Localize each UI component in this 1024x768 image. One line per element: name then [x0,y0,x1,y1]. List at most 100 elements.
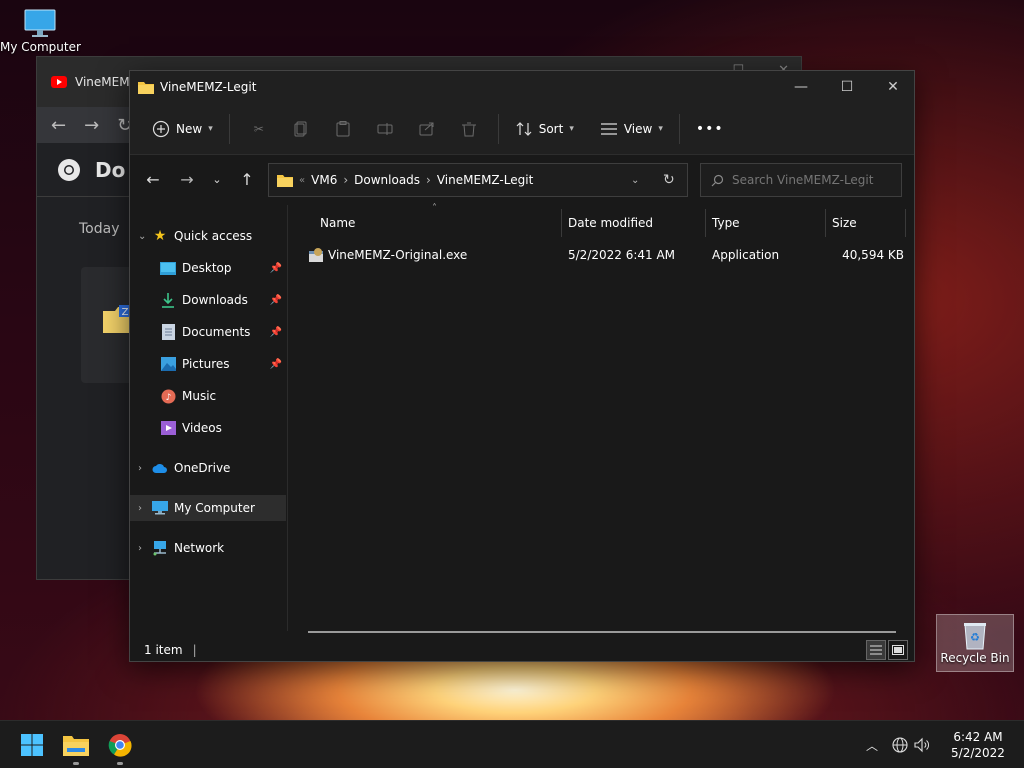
chevron-down-icon: ▾ [658,123,663,134]
chevron-right-icon[interactable]: › [138,463,152,474]
close-button[interactable]: ✕ [870,71,916,103]
nav-music[interactable]: ♪ Music [130,383,286,409]
pin-icon: 📌 [269,358,282,370]
nav-item-label: Music [182,389,217,403]
monitor-icon [24,9,56,37]
volume-icon[interactable] [914,737,930,753]
music-icon: ♪ [160,388,176,404]
chrome-logo-icon [58,158,80,181]
file-list: ˄ Name Date modified Type Size VineMEMZ-… [290,203,914,633]
nav-pictures[interactable]: Pictures 📌 [130,351,286,377]
address-overflow[interactable]: « [299,175,305,186]
file-date: 5/2/2022 6:41 AM [568,248,676,262]
globe-icon[interactable] [892,737,908,753]
nav-documents[interactable]: Documents 📌 [130,319,286,345]
column-header-type[interactable]: Type [706,209,826,237]
taskbar-file-explorer[interactable] [60,729,92,765]
chevron-up-icon[interactable]: ︿ [866,737,878,754]
horizontal-scrollbar[interactable] [308,631,896,633]
sort-label: Sort [538,121,564,136]
recycle-bin-icon: ♻ [964,623,986,650]
copy-button[interactable] [286,114,316,144]
file-explorer-window[interactable]: VineMEMZ-Legit — ☐ ✕ New ▾ ✂ Sort ▾ View… [129,70,915,662]
chevron-down-icon[interactable]: ⌄ [138,231,152,242]
start-button[interactable] [16,729,48,761]
taskbar: ︿ 6:42 AM 5/2/2022 [0,720,1024,768]
breadcrumb-downloads[interactable]: Downloads [354,173,420,187]
clock[interactable]: 6:42 AM 5/2/2022 [946,729,1010,761]
column-header-date[interactable]: Date modified [562,209,706,237]
network-icon [152,540,168,556]
chevron-down-icon: ▾ [569,123,574,134]
clipboard-icon [336,120,350,136]
column-label: Date modified [568,216,654,230]
back-arrow-icon[interactable]: ← [51,115,66,136]
item-count: 1 item [144,643,183,657]
chrome-icon [108,734,132,757]
nav-item-label: OneDrive [174,461,231,475]
minimize-button[interactable]: — [778,71,824,103]
chevron-right-icon[interactable]: › [138,503,152,514]
more-icon: ••• [695,120,724,137]
view-button[interactable]: View ▾ [592,116,671,142]
sort-button[interactable]: Sort ▾ [507,115,582,143]
folder-icon [63,736,89,756]
nav-item-label: Downloads [182,293,248,307]
nav-videos[interactable]: Videos [130,415,286,441]
trash-icon [461,122,476,136]
nav-onedrive[interactable]: › OneDrive [130,455,286,481]
title-bar[interactable]: VineMEMZ-Legit — ☐ ✕ [130,71,914,103]
new-button[interactable]: New ▾ [144,114,221,144]
breadcrumb-current[interactable]: VineMEMZ-Legit [437,173,533,187]
chrome-tab[interactable]: VineMEMZ [51,71,138,93]
nav-item-label: Quick access [174,229,253,243]
maximize-button[interactable]: ☐ [824,71,870,103]
nav-item-label: Desktop [182,261,232,275]
refresh-icon[interactable]: ↻ [663,172,675,188]
forward-arrow-icon[interactable]: → [84,115,99,136]
file-size: 40,594 KB [842,248,904,262]
view-label: View [623,121,653,136]
nav-network[interactable]: › Network [130,535,286,561]
monitor-icon [152,500,168,516]
up-button[interactable]: ↑ [232,164,262,194]
folder-icon [277,175,293,187]
cloud-icon [152,460,168,476]
scissors-icon: ✂ [253,121,264,136]
chevron-right-icon[interactable]: › [138,543,152,554]
search-box[interactable] [700,163,902,197]
more-options-button[interactable]: ••• [688,115,732,143]
paste-button[interactable] [328,114,358,144]
desktop-icon-recycle-bin[interactable]: ♻ Recycle Bin [936,614,1014,672]
pin-icon: 📌 [269,326,282,338]
tiles-view-button[interactable] [888,640,908,660]
desktop-icon-label: My Computer [0,40,81,54]
nav-downloads[interactable]: Downloads 📌 [130,287,286,313]
back-button[interactable]: ← [138,164,168,194]
rename-icon [377,122,393,135]
address-dropdown-icon[interactable]: ⌄ [631,175,639,186]
nav-my-computer[interactable]: › My Computer [130,495,286,521]
clock-date: 5/2/2022 [951,746,1005,760]
divider [678,113,680,144]
desktop-icon-my-computer[interactable]: My Computer [0,8,81,54]
taskbar-chrome[interactable] [104,729,136,765]
recent-locations-button[interactable]: ⌄ [202,164,232,194]
search-input[interactable] [732,173,892,187]
cut-button[interactable]: ✂ [244,114,274,144]
share-button[interactable] [412,114,442,144]
desktop-icon-label: Recycle Bin [940,651,1010,665]
nav-quick-access[interactable]: ⌄ ★ Quick access [130,223,286,249]
column-header-name[interactable]: Name [314,209,562,237]
address-bar[interactable]: « VM6 › Downloads › VineMEMZ-Legit ⌄ ↻ [268,163,688,197]
nav-desktop[interactable]: Desktop 📌 [130,255,286,281]
breadcrumb-vm6[interactable]: VM6 [311,173,337,187]
rename-button[interactable] [370,114,400,144]
column-header-size[interactable]: Size [826,209,906,237]
exe-file-icon [308,247,324,266]
details-view-button[interactable] [866,640,886,660]
delete-button[interactable] [454,114,484,144]
forward-button[interactable]: → [172,164,202,194]
running-indicator [117,762,123,765]
table-row[interactable]: VineMEMZ-Original.exe 5/2/2022 6:41 AM A… [304,245,904,267]
